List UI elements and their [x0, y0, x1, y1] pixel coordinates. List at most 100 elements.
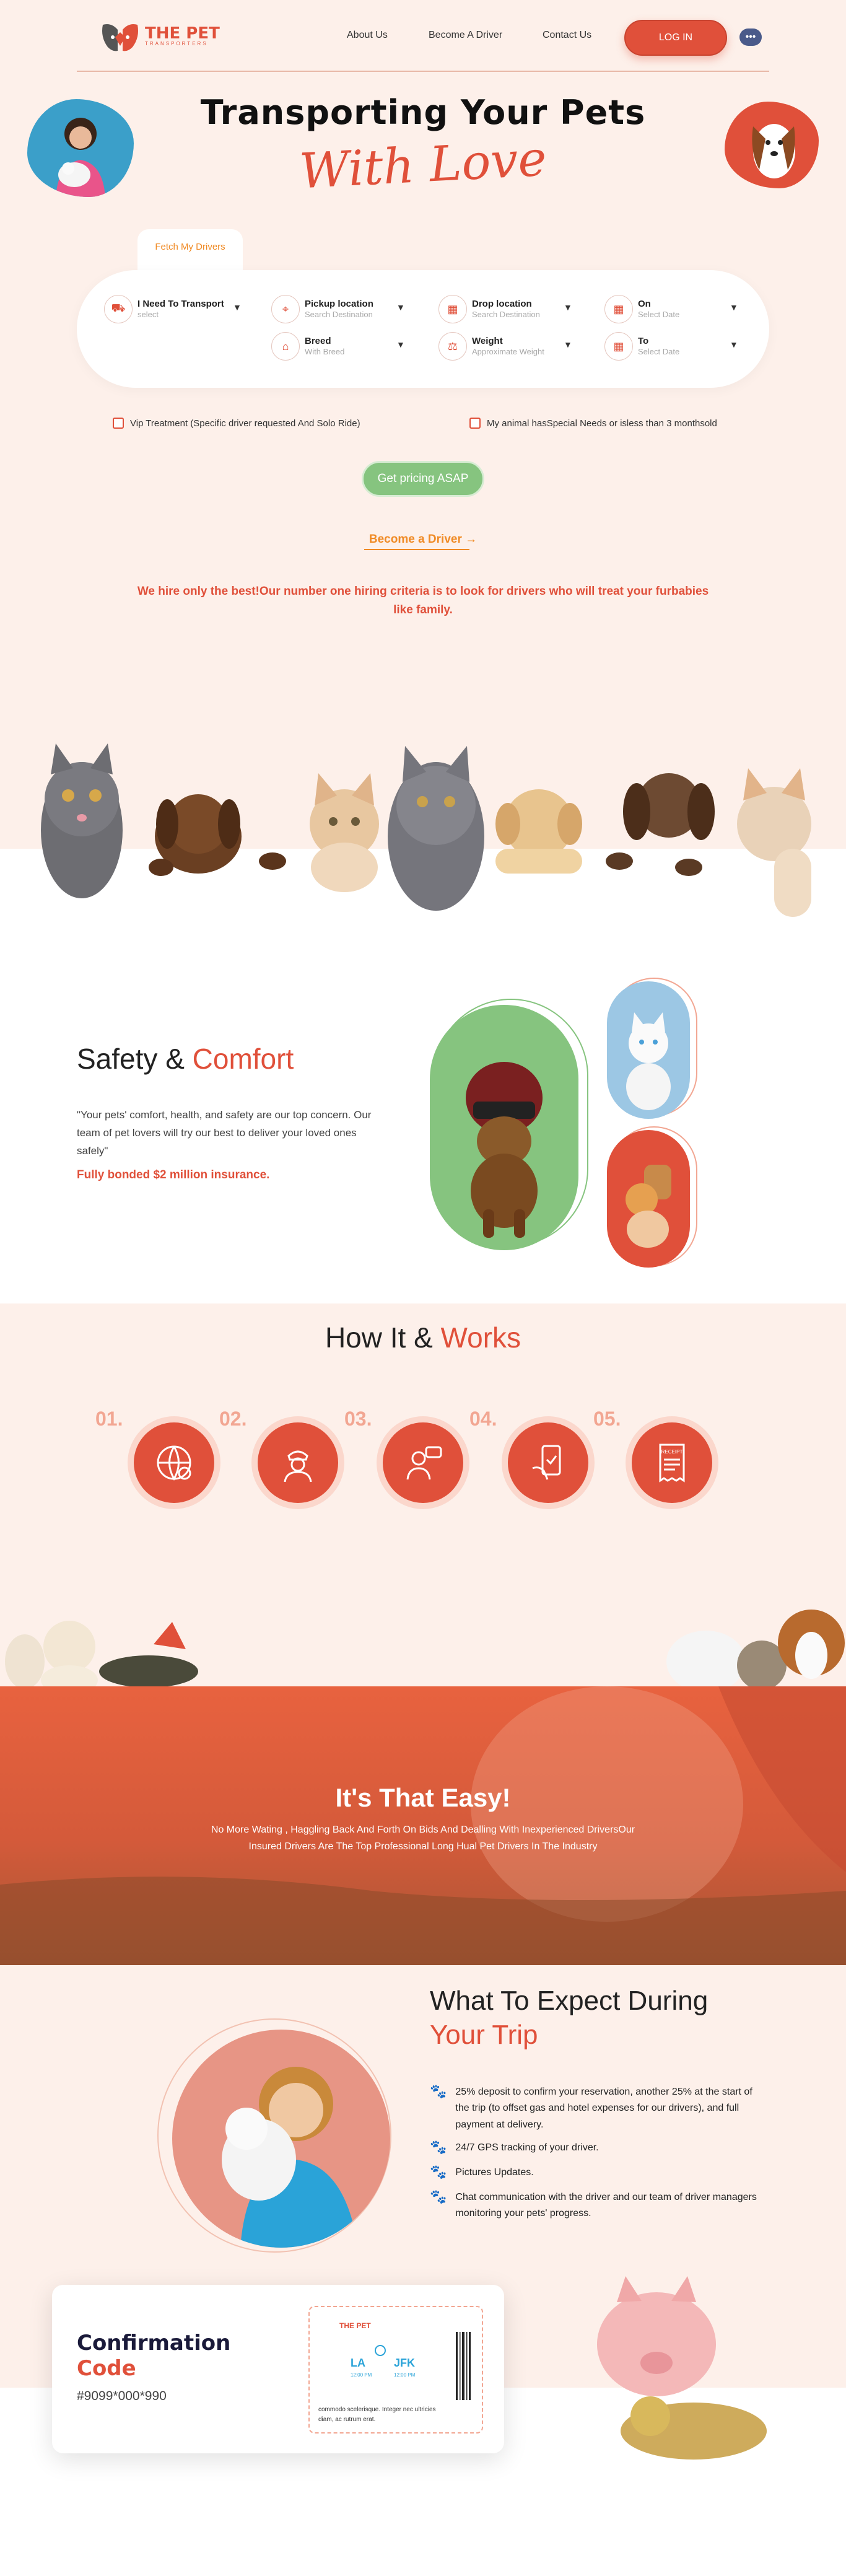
how-title-part: How It & — [325, 1321, 441, 1354]
truck-icon: ⛟ — [104, 295, 133, 323]
expect-item: 🐾 Chat communication with the driver and … — [430, 2189, 764, 2222]
chevron-down-icon[interactable]: ▼ — [396, 340, 405, 349]
ticket-note: commodo scelerisque. Integer nec ultrici… — [318, 2406, 436, 2413]
step-1-globe — [128, 1416, 220, 1509]
field-label: Drop location — [472, 299, 532, 310]
arrow-right-icon: → — [465, 533, 478, 546]
paw-icon: 🐾 — [430, 2083, 447, 2099]
nav-about-us[interactable]: About Us — [347, 30, 388, 41]
weight-select[interactable]: ⚖ Weight Approximate Weight — [438, 332, 544, 361]
ticket-note: diam, ac rutrum erat. — [318, 2416, 375, 2423]
get-pricing-button[interactable]: Get pricing ASAP — [362, 461, 484, 497]
become-driver-link[interactable]: Become a Driver → — [0, 533, 846, 546]
checkbox-label: Vip Treatment (Specific driver requested… — [130, 418, 360, 429]
checkbox-box[interactable] — [113, 418, 124, 429]
pets-peeking-banner — [41, 743, 811, 917]
chevron-down-icon[interactable]: ▼ — [564, 340, 572, 349]
location-pin-icon: ⌖ — [271, 295, 300, 323]
child-with-puppy-photo — [172, 2030, 390, 2248]
calendar-icon: ▦ — [438, 295, 467, 323]
header-divider — [77, 71, 769, 72]
field-placeholder: Search Destination — [305, 310, 373, 320]
dog-cat-logo-icon — [99, 19, 141, 53]
login-button[interactable]: LOG IN — [624, 20, 727, 56]
globe-icon — [157, 1445, 191, 1481]
on-date-input[interactable]: ▦ On Select Date — [604, 295, 679, 323]
field-label: To — [638, 336, 649, 347]
chat-bubble-icon[interactable]: ••• — [739, 28, 762, 46]
expect-item-text: 24/7 GPS tracking of your driver. — [455, 2142, 599, 2153]
become-driver-label: Become a Driver — [368, 533, 462, 546]
chevron-down-icon[interactable]: ▼ — [730, 302, 738, 312]
safety-title: Safety & Comfort — [77, 1042, 294, 1076]
ticket-to: JFK — [394, 2357, 415, 2369]
animals-row — [5, 1610, 845, 1689]
how-it-works-title: How It & Works — [0, 1321, 846, 1354]
dog-with-helmet-photo — [430, 1005, 578, 1250]
step-number: 01. — [95, 1408, 123, 1430]
receipt-icon: RECEIPT — [659, 1444, 685, 1483]
to-date-input[interactable]: ▦ To Select Date — [604, 332, 679, 361]
cat-with-backpack-photo — [607, 1130, 690, 1268]
logo[interactable]: THE PET TRANSPORTERS — [99, 19, 220, 53]
step-number: 02. — [219, 1408, 247, 1430]
field-label: Breed — [305, 336, 331, 347]
pig-and-duckling-photo — [597, 2276, 767, 2460]
ticket-brand: THE PET — [339, 2321, 371, 2330]
step-3-chat — [377, 1416, 469, 1509]
special-needs-checkbox[interactable]: My animal hasSpecial Needs or isless tha… — [469, 418, 717, 429]
step-5-receipt: RECEIPT — [626, 1416, 718, 1509]
expect-title-part: What To Expect During — [430, 1986, 709, 2016]
chevron-down-icon[interactable]: ▼ — [730, 340, 738, 349]
safety-title-part: Safety & — [77, 1043, 193, 1075]
chevron-down-icon[interactable]: ▼ — [564, 302, 572, 312]
weight-scale-icon: ⚖ — [438, 332, 467, 361]
expect-item: 🐾 Pictures Updates. — [430, 2164, 764, 2181]
checkbox-box[interactable] — [469, 418, 481, 429]
field-label: Weight — [472, 336, 503, 347]
dog-house-icon: ⌂ — [271, 332, 300, 361]
paw-icon: 🐾 — [430, 2139, 447, 2155]
confirmation-title: Confirmation Code — [77, 2331, 230, 2381]
ticket-time-from: 12:00 PM — [351, 2372, 372, 2378]
step-2-driver — [251, 1416, 344, 1509]
safety-title-accent: Comfort — [192, 1043, 294, 1075]
step-number: 03. — [344, 1408, 372, 1430]
nav-contact-us[interactable]: Contact Us — [543, 30, 591, 41]
logo-title: THE PET — [145, 24, 220, 43]
field-placeholder: select — [137, 310, 159, 320]
field-label: I Need To Transport — [137, 299, 224, 310]
pickup-location-input[interactable]: ⌖ Pickup location Search Destination — [271, 295, 373, 323]
tab-fetch-my-drivers[interactable]: Fetch My Drivers — [137, 229, 243, 270]
driver-icon — [284, 1450, 312, 1483]
chevron-down-icon[interactable]: ▼ — [233, 302, 242, 312]
expect-title-accent: Your Trip — [430, 2020, 538, 2050]
confirmation-code: #9099*000*990 — [77, 2389, 167, 2403]
paw-icon: 🐾 — [430, 2189, 447, 2204]
nav-become-a-driver[interactable]: Become A Driver — [429, 30, 502, 41]
how-title-accent: Works — [440, 1321, 521, 1354]
mobile-check-icon — [532, 1445, 561, 1480]
link-underline — [364, 549, 469, 550]
boarding-ticket: THE PET LA JFK 12:00 PM 12:00 PM commodo… — [308, 2306, 483, 2434]
chat-support-icon — [406, 1446, 442, 1480]
insurance-note: Fully bonded $2 million insurance. — [77, 1168, 270, 1181]
expect-item-text: Pictures Updates. — [455, 2167, 534, 2178]
plane-icon — [375, 2345, 386, 2356]
search-form: ⛟ I Need To Transport select ▼ ⌖ Pickup l… — [77, 270, 769, 388]
ticket-from: LA — [351, 2357, 365, 2369]
field-placeholder: Select Date — [638, 347, 680, 357]
expect-item: 🐾 24/7 GPS tracking of your driver. — [430, 2139, 764, 2156]
white-cat-photo — [607, 981, 690, 1119]
breed-select[interactable]: ⌂ Breed With Breed — [271, 332, 344, 361]
field-label: On — [638, 299, 651, 310]
expect-item: 🐾 25% deposit to confirm your reservation… — [430, 2083, 764, 2133]
safety-description: "Your pets' comfort, health, and safety … — [77, 1109, 372, 1157]
drop-location-input[interactable]: ▦ Drop location Search Destination — [438, 295, 540, 323]
field-placeholder: Search Destination — [472, 310, 540, 320]
chevron-down-icon[interactable]: ▼ — [396, 302, 405, 312]
paw-icon: 🐾 — [430, 2164, 447, 2180]
expect-item-text: Chat communication with the driver and o… — [455, 2192, 757, 2219]
vip-treatment-checkbox[interactable]: Vip Treatment (Specific driver requested… — [113, 418, 360, 429]
transport-select[interactable]: ⛟ I Need To Transport select — [104, 295, 224, 323]
